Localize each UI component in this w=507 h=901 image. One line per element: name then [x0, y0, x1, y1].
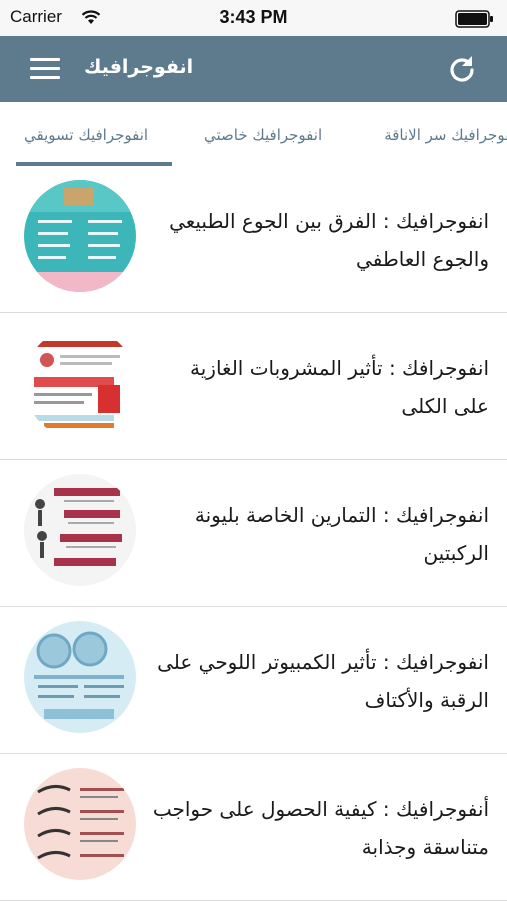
article-title: انفوجرافيك : تأثير الكمبيوتر اللوحي على … — [157, 650, 489, 712]
tab-marketing-infographic[interactable]: انفوجرافيك تسويقي — [24, 126, 148, 144]
list-item[interactable]: انفوجرافيك : التمارين الخاصة بليونة الرك… — [0, 460, 507, 607]
article-title: انفوجرافيك : الفرق بين الجوع الطبيعي وال… — [169, 209, 489, 271]
article-title: أنفوجرافيك : كيفية الحصول على حواجب متنا… — [152, 797, 489, 859]
status-time: 3:43 PM — [219, 7, 288, 27]
article-title: انفوجرافيك : التمارين الخاصة بليونة الرك… — [194, 503, 489, 565]
list-item[interactable]: انفوجرافيك : الفرق بين الجوع الطبيعي وال… — [0, 166, 507, 313]
hamburger-icon[interactable] — [30, 54, 62, 82]
list-item[interactable]: أنفوجرافيك : كيفية الحصول على حواجب متنا… — [0, 754, 507, 901]
article-thumbnail — [24, 180, 136, 292]
tab-my-infographic[interactable]: انفوجرافيك خاصتي — [204, 126, 322, 144]
nav-bar: انفوجرافيك — [0, 36, 507, 102]
list-item[interactable]: انفوجرافيك : تأثير الكمبيوتر اللوحي على … — [0, 607, 507, 754]
article-thumbnail — [24, 768, 136, 880]
refresh-icon[interactable] — [447, 53, 477, 83]
article-thumbnail — [24, 327, 136, 439]
category-tabs: انفوجرافيك تسويقي انفوجرافيك خاصتي انفوج… — [0, 102, 507, 167]
article-thumbnail — [24, 474, 136, 586]
tab-elegance-infographic[interactable]: انفوجرافيك سر الاناقة — [384, 126, 507, 144]
article-title: انفوجرافك : تأثير المشروبات الغازية على … — [190, 356, 489, 418]
list-item[interactable]: انفوجرافك : تأثير المشروبات الغازية على … — [0, 313, 507, 460]
page-title: انفوجرافيك — [84, 56, 194, 78]
status-bar: Carrier 3:43 PM — [0, 0, 507, 36]
article-thumbnail — [24, 621, 136, 733]
battery-icon — [455, 10, 493, 28]
